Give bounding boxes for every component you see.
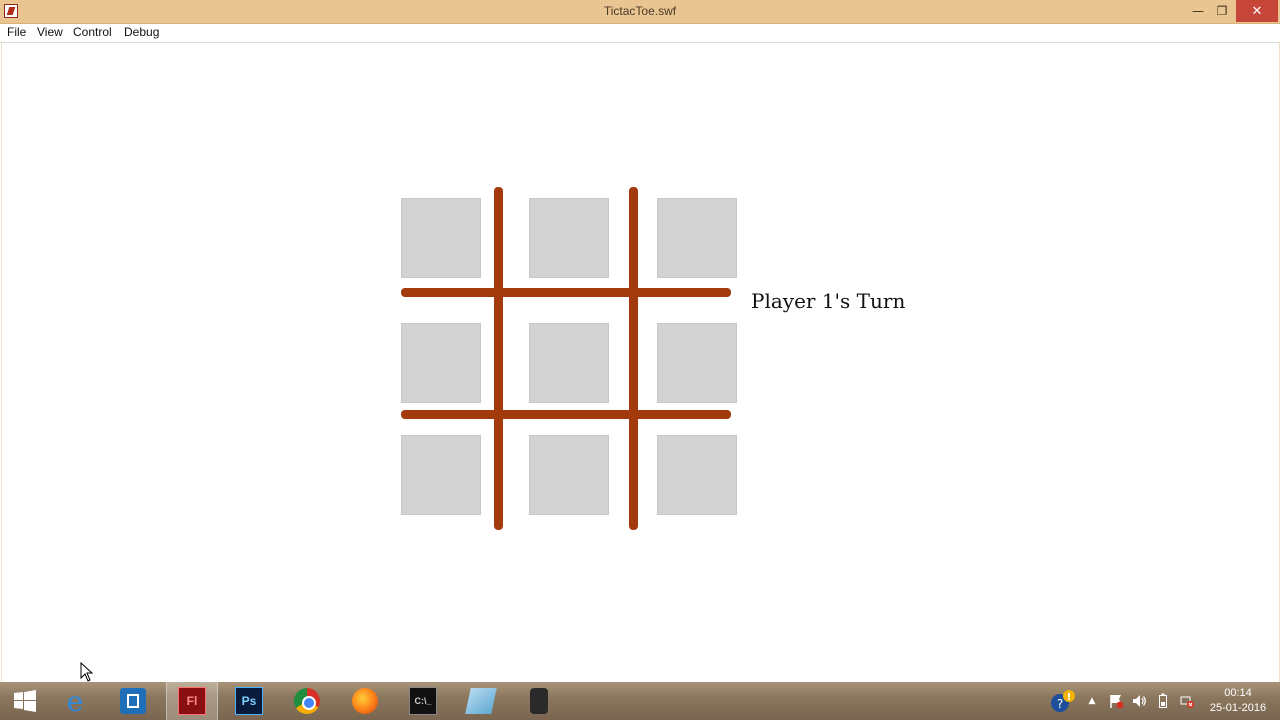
grid-line-vertical-right: [629, 187, 638, 530]
tray-help-alert[interactable]: ? !: [1046, 682, 1078, 720]
svg-text:!: !: [1067, 692, 1072, 703]
taskbar-app-chrome[interactable]: [282, 682, 332, 720]
internet-explorer-icon: e: [66, 684, 84, 718]
taskbar-app-camera[interactable]: [514, 682, 564, 720]
minimize-button[interactable]: —: [1188, 0, 1208, 22]
window-title: TictacToe.swf: [603, 4, 677, 18]
window-titlebar: TictacToe.swf — ❐ ✕: [0, 0, 1280, 24]
tray-volume[interactable]: [1128, 682, 1150, 720]
action-center-flag-icon: [1110, 695, 1124, 709]
grid-line-horizontal-top: [401, 288, 731, 297]
menu-bar: File View Control Debug: [0, 24, 1280, 43]
tray-battery[interactable]: [1152, 682, 1174, 720]
menu-control[interactable]: Control: [73, 25, 112, 39]
chrome-icon: [294, 688, 320, 714]
taskbar-app-photoshop[interactable]: Ps: [224, 682, 274, 720]
taskbar-app-file-manager[interactable]: [456, 682, 506, 720]
mouse-pointer-icon: [80, 662, 94, 682]
start-button[interactable]: [0, 682, 50, 720]
taskbar-app-command-prompt[interactable]: C:\_: [398, 682, 448, 720]
board-cell-9[interactable]: [657, 435, 737, 515]
battery-icon: [1159, 693, 1167, 708]
help-alert-icon: ? !: [1051, 690, 1075, 712]
volume-icon: [1133, 695, 1146, 707]
file-manager-icon: [465, 688, 497, 714]
menu-debug[interactable]: Debug: [124, 25, 159, 39]
taskbar-app-flash[interactable]: Fl: [166, 682, 218, 720]
taskbar-app-internet-explorer[interactable]: e: [50, 682, 100, 720]
tray-network[interactable]: [1176, 682, 1198, 720]
board-cell-1[interactable]: [401, 198, 481, 278]
clock-time: 00:14: [1224, 687, 1252, 699]
firefox-icon: [352, 688, 378, 714]
flash-icon: Fl: [178, 687, 206, 715]
board-cell-3[interactable]: [657, 198, 737, 278]
store-app-icon: [120, 688, 146, 714]
grid-line-horizontal-bottom: [401, 410, 731, 419]
restore-button[interactable]: ❐: [1212, 0, 1232, 22]
menu-file[interactable]: File: [7, 25, 26, 39]
clock-date: 25-01-2016: [1209, 702, 1267, 714]
network-disconnected-icon: [1180, 696, 1194, 708]
command-prompt-icon: C:\_: [409, 687, 437, 715]
board-cell-8[interactable]: [529, 435, 609, 515]
camera-icon: [530, 688, 548, 714]
chevron-up-icon: ▲: [1088, 696, 1096, 706]
swf-stage: [1, 43, 1280, 682]
board-cell-6[interactable]: [657, 323, 737, 403]
turn-indicator: Player 1's Turn: [751, 289, 906, 313]
taskbar: e Fl Ps C:\_ ? ! ▲: [0, 682, 1280, 720]
system-clock[interactable]: 00:14 25-01-2016: [1198, 686, 1278, 716]
tray-show-hidden[interactable]: ▲: [1084, 682, 1100, 720]
menu-view[interactable]: View: [37, 25, 63, 39]
grid-line-vertical-left: [494, 187, 503, 530]
windows-start-icon: [14, 690, 36, 712]
photoshop-icon: Ps: [235, 687, 263, 715]
board-cell-7[interactable]: [401, 435, 481, 515]
svg-text:?: ?: [1057, 697, 1063, 711]
board-cell-5[interactable]: [529, 323, 609, 403]
tray-flag[interactable]: [1104, 682, 1128, 720]
taskbar-app-store[interactable]: [108, 682, 158, 720]
close-button[interactable]: ✕: [1236, 0, 1278, 22]
taskbar-app-firefox[interactable]: [340, 682, 390, 720]
board-cell-2[interactable]: [529, 198, 609, 278]
board-cell-4[interactable]: [401, 323, 481, 403]
